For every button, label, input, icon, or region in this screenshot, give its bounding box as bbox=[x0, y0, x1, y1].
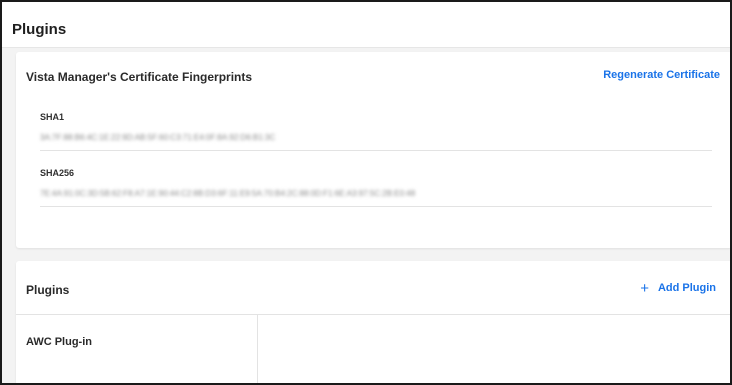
certificate-card-title: Vista Manager's Certificate Fingerprints bbox=[26, 70, 253, 84]
add-plugin-label: Add Plugin bbox=[657, 282, 716, 294]
sha1-fingerprint: SHA1 3A:7F:88:B6:4C:1E:22:9D:AB:5F:60:C3… bbox=[40, 112, 712, 151]
page-title: Plugins bbox=[12, 21, 67, 38]
sha256-label: SHA256 bbox=[40, 168, 75, 178]
divider bbox=[40, 206, 712, 207]
plugin-list: AWC Plug-in bbox=[16, 315, 258, 383]
sha1-value: 3A:7F:88:B6:4C:1E:22:9D:AB:5F:60:C3:71:E… bbox=[40, 133, 276, 142]
plugins-card: Plugins + Add Plugin AWC Plug-in bbox=[16, 261, 730, 383]
plugin-item-awc[interactable]: AWC Plug-in bbox=[26, 336, 92, 348]
add-plugin-button[interactable]: + Add Plugin bbox=[640, 280, 716, 297]
divider bbox=[40, 150, 712, 151]
plus-icon: + bbox=[640, 280, 649, 297]
sha1-label: SHA1 bbox=[40, 112, 65, 122]
plugin-detail-panel bbox=[259, 315, 730, 383]
certificate-card: Vista Manager's Certificate Fingerprints… bbox=[16, 52, 730, 248]
app-window: Plugins Vista Manager's Certificate Fing… bbox=[0, 0, 732, 385]
plugins-card-title: Plugins bbox=[26, 283, 70, 297]
sha256-value: 7E:4A:91:0C:3D:5B:62:F8:A7:1E:90:44:C2:8… bbox=[40, 189, 416, 198]
page-header: Plugins bbox=[2, 2, 730, 48]
regenerate-certificate-button[interactable]: Regenerate Certificate bbox=[603, 69, 720, 81]
sha256-fingerprint: SHA256 7E:4A:91:0C:3D:5B:62:F8:A7:1E:90:… bbox=[40, 168, 712, 207]
